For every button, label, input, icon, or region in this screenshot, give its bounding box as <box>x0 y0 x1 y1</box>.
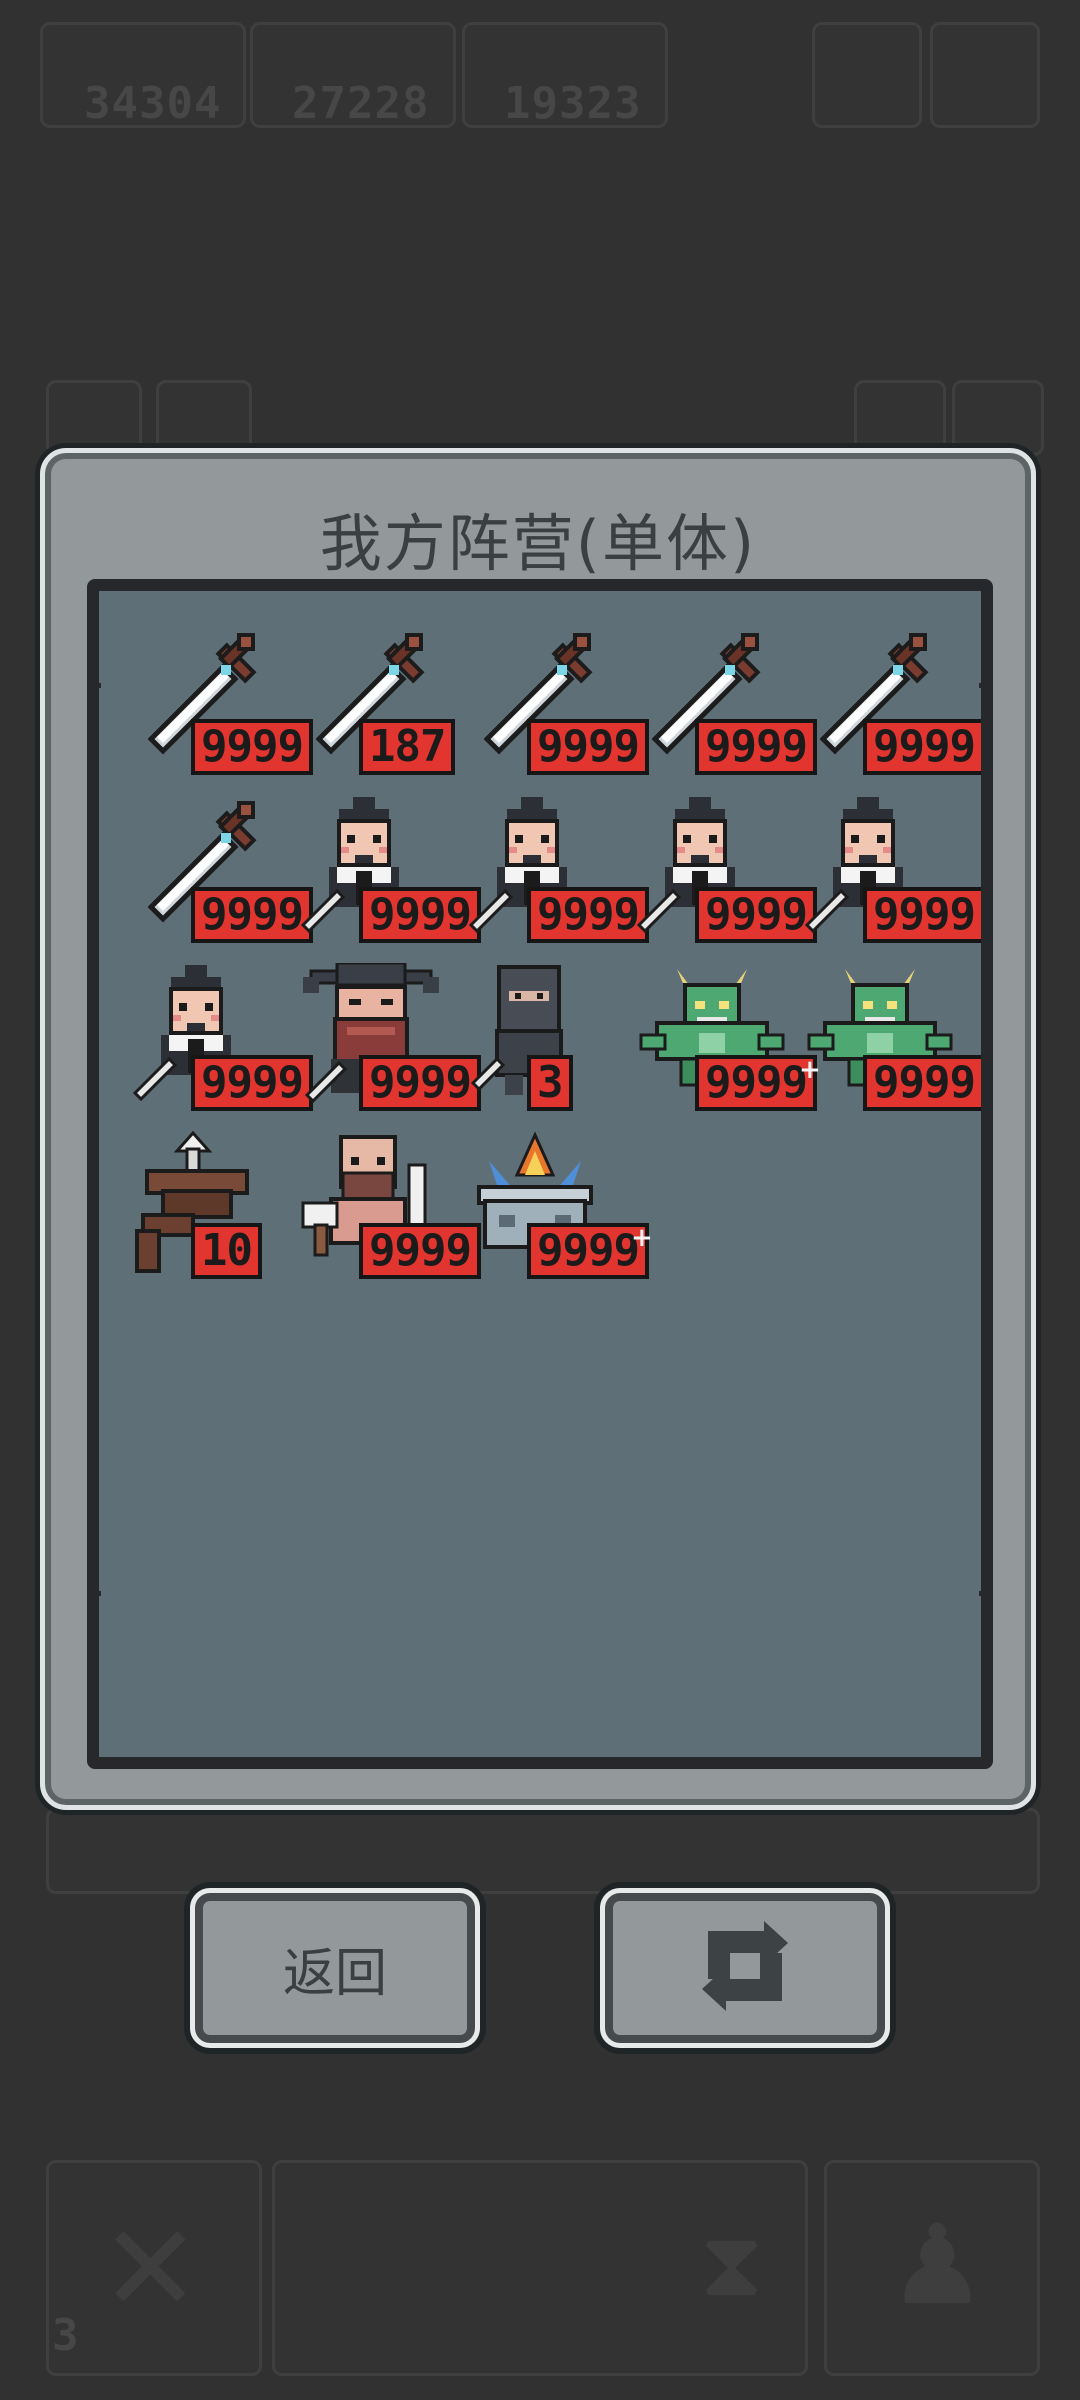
unit-slot-sword[interactable]: 9999 <box>133 627 313 777</box>
refresh-button[interactable] <box>600 1888 890 2048</box>
unit-plus-mark: + <box>631 1223 653 1253</box>
unit-count-badge: 9999 <box>863 887 981 943</box>
unit-slot-sword[interactable]: 9999 <box>469 627 649 777</box>
frame-tick <box>979 683 981 688</box>
unit-slot-soldier[interactable]: 9999 <box>301 795 481 945</box>
unit-slot-sword[interactable]: 9999 <box>805 627 981 777</box>
unit-slot-soldier[interactable]: 9999 <box>133 963 313 1113</box>
unit-count-badge: 9999 <box>359 1055 481 1111</box>
back-button[interactable]: 返回 <box>190 1888 480 2048</box>
faction-dialog: 我方阵营(单体) 9999 187 9999 9999 9999 9999 99… <box>40 448 1036 1810</box>
unit-slot-general[interactable]: 9999 <box>301 963 481 1113</box>
refresh-icon <box>686 1921 804 2015</box>
unit-slot-soldier[interactable]: 9999 <box>805 795 981 945</box>
unit-count-badge: 9999 <box>863 719 981 775</box>
unit-slot-soldier[interactable]: 9999 <box>637 795 817 945</box>
bg-crossed-swords-icon: ✕ <box>100 2200 201 2339</box>
unit-slot-dragon[interactable]: 9999 + <box>637 963 821 1113</box>
unit-count-badge: 9999 <box>695 887 817 943</box>
bg-strip <box>46 1808 1040 1894</box>
unit-slot-ninja[interactable]: 3 <box>469 963 629 1113</box>
bg-counter-1: 34304 <box>84 78 222 129</box>
frame-tick <box>979 1591 981 1596</box>
bg-top-right-slot-1 <box>812 22 922 128</box>
bg-bottom-counter: 3 <box>52 2310 80 2361</box>
unit-slot-dragon[interactable]: 9999 <box>805 963 981 1113</box>
unit-count-badge: 9999 <box>191 1055 313 1111</box>
unit-list-panel: 9999 187 9999 9999 9999 9999 9999 9999 9… <box>87 579 993 1769</box>
frame-tick <box>99 683 101 688</box>
unit-slot-ballista[interactable]: 10 <box>133 1131 293 1281</box>
unit-count-badge: 9999 <box>527 887 649 943</box>
bg-mid-slot-1 <box>46 380 142 456</box>
unit-count-badge: 9999 <box>359 887 481 943</box>
bg-pawn-icon: ♟ <box>888 2201 987 2329</box>
bg-mid-slot-2 <box>156 380 252 456</box>
bg-top-right-slot-2 <box>930 22 1040 128</box>
unit-slot-monk[interactable]: 9999 <box>301 1131 481 1281</box>
unit-slot-sword[interactable]: 9999 <box>133 795 313 945</box>
unit-count-badge: 10 <box>191 1223 262 1279</box>
bg-hourglass-icon: ⧗ <box>700 2212 764 2317</box>
unit-count-badge: 9999 <box>191 719 313 775</box>
unit-count-badge: 9999 <box>863 1055 981 1111</box>
back-button-label: 返回 <box>282 1943 387 2004</box>
unit-count-badge: 9999 <box>359 1223 481 1279</box>
unit-slot-altar[interactable]: 9999 + <box>469 1131 653 1281</box>
unit-slot-sword[interactable]: 9999 <box>637 627 817 777</box>
bg-counter-3: 19323 <box>504 78 642 129</box>
unit-count-badge: 9999 <box>527 719 649 775</box>
unit-count-badge: 187 <box>359 719 456 775</box>
unit-count-badge: 9999 <box>191 887 313 943</box>
bg-counter-2: 27228 <box>292 78 430 129</box>
bg-mid-slot-3 <box>854 380 946 456</box>
bg-mid-slot-4 <box>952 380 1044 456</box>
unit-count-badge: 9999 <box>695 719 817 775</box>
dialog-title: 我方阵营(单体) <box>319 507 757 580</box>
unit-count-badge: 3 <box>527 1055 573 1111</box>
unit-slot-soldier[interactable]: 9999 <box>469 795 649 945</box>
frame-tick <box>99 1591 101 1596</box>
unit-slot-sword[interactable]: 187 <box>301 627 461 777</box>
